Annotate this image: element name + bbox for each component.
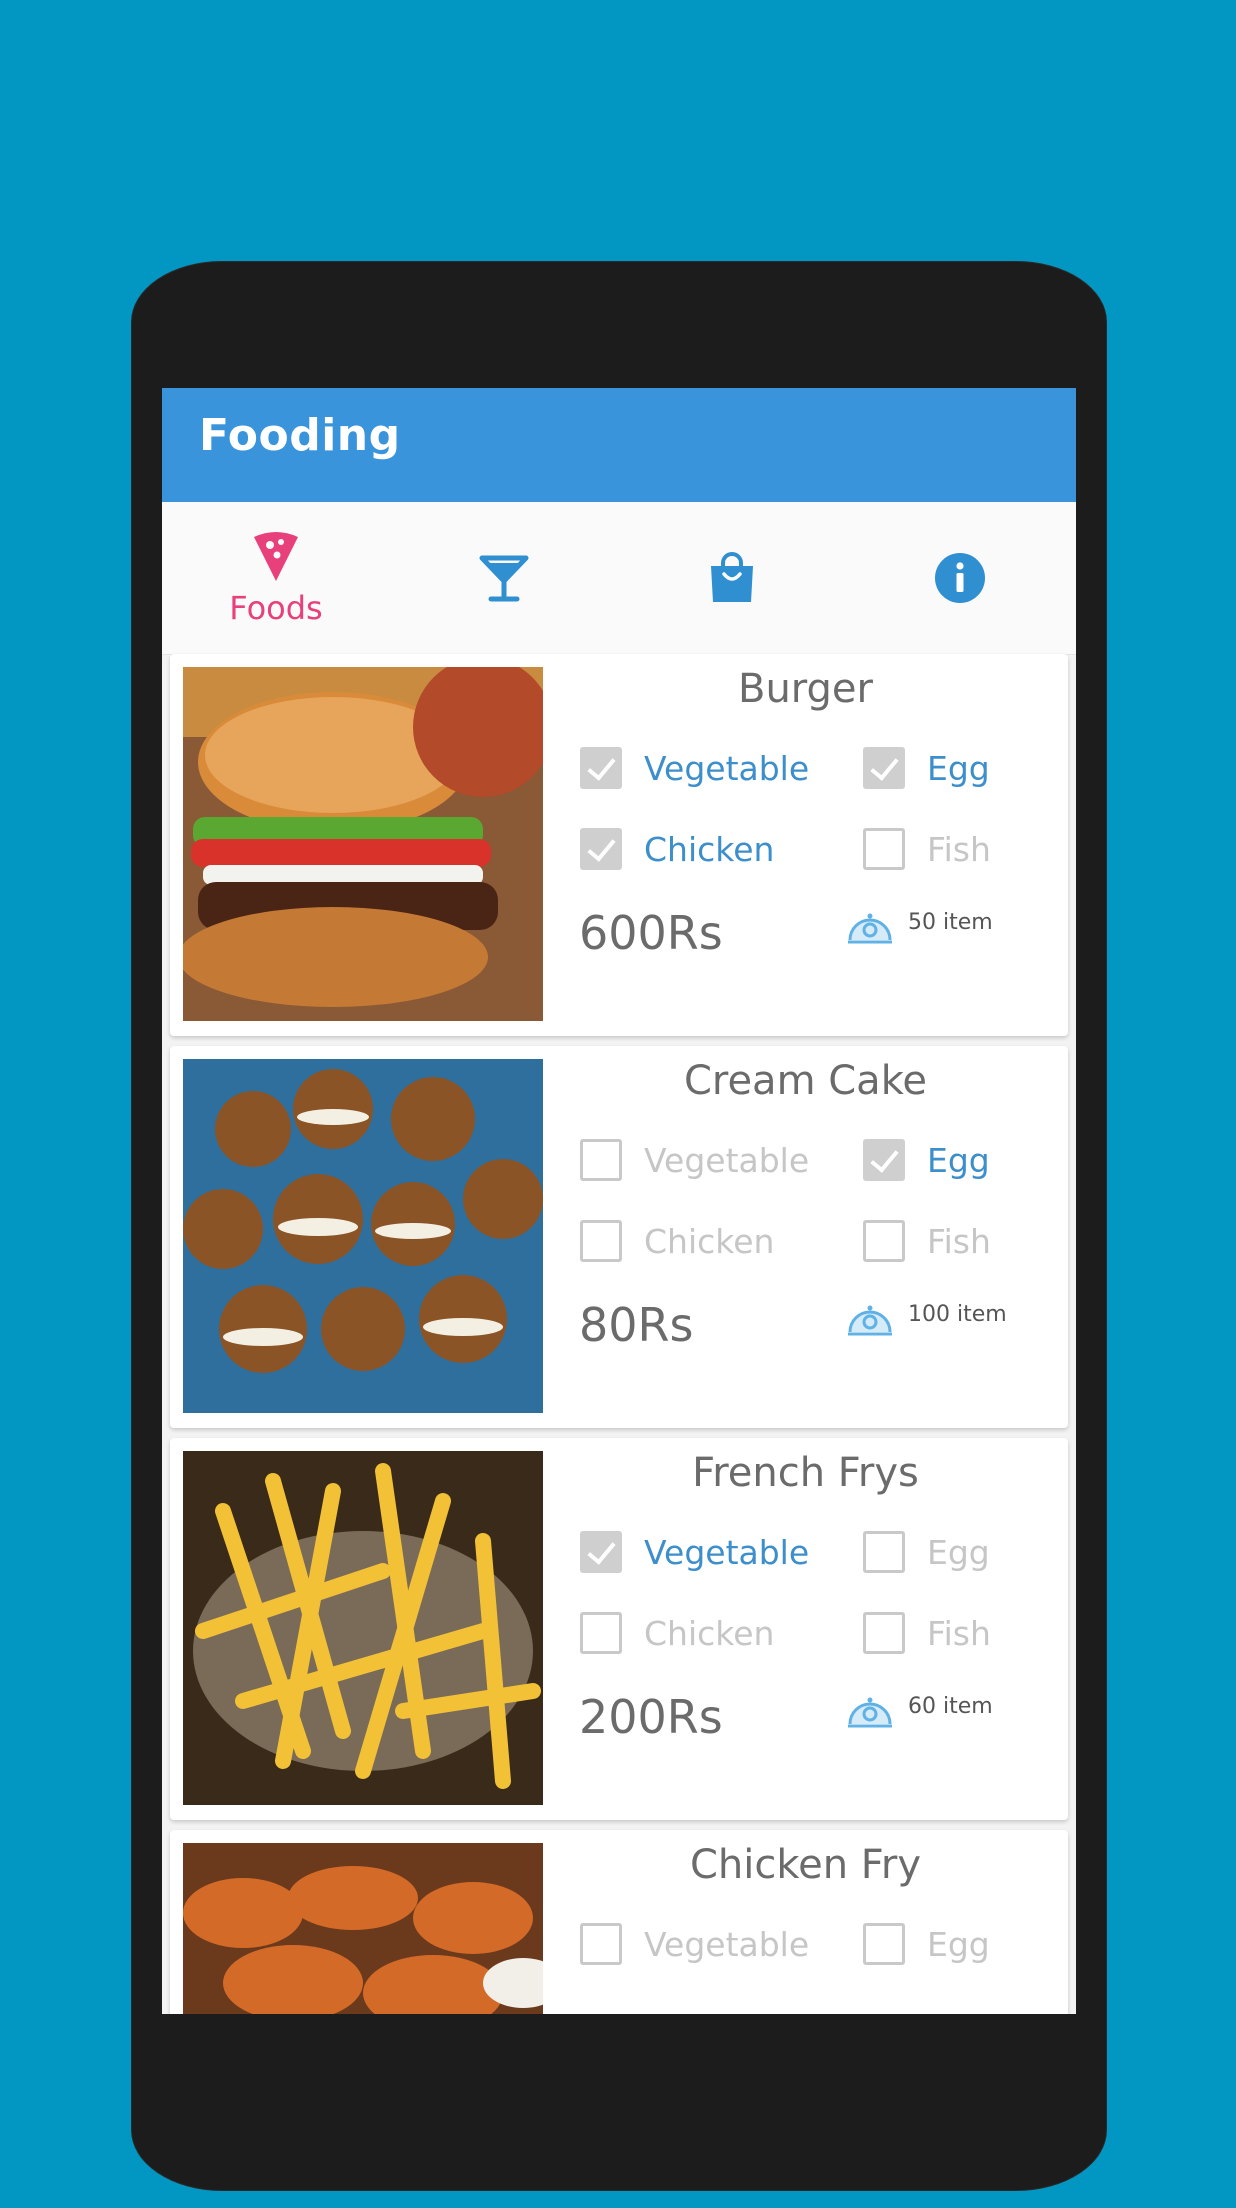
app-bar: Fooding [162,388,1076,502]
stock-quantity: 60 item [846,1690,993,1730]
option-vegetable[interactable]: Vegetable [580,744,809,792]
checkbox[interactable] [863,1139,905,1181]
option-label: Fish [927,829,991,869]
stock-quantity: 100 item [846,1298,1007,1338]
option-fish[interactable]: Fish [863,1217,991,1265]
food-name: Chicken Fry [689,1842,921,1888]
tab-foods[interactable]: Foods [162,502,390,654]
food-card[interactable]: Chicken Fry Vegetable Egg [170,1830,1068,2014]
option-label: Fish [927,1613,991,1653]
quantity-text: 60 item [908,1694,993,1719]
option-label: Egg [927,1140,990,1180]
cloche-icon [848,913,892,944]
tab-foods-label: Foods [229,589,323,627]
option-egg[interactable]: Egg [863,1920,990,1968]
option-label: Egg [927,748,990,788]
option-egg[interactable]: Egg [863,1136,990,1184]
food-card[interactable]: Burger Vegetable Egg Chicken Fish 600Rs [170,654,1068,1036]
checkbox[interactable] [863,828,905,870]
option-label: Chicken [644,1221,775,1261]
food-image-french-frys [183,1451,543,1805]
checkbox[interactable] [580,828,622,870]
option-label: Fish [927,1221,991,1261]
option-label: Chicken [644,1613,775,1653]
checkbox[interactable] [863,1612,905,1654]
cloche-icon [848,1305,892,1336]
checkbox[interactable] [863,1531,905,1573]
cocktail-glass-icon [479,555,529,602]
option-label: Vegetable [644,748,810,788]
food-price: 80Rs [579,1298,694,1352]
option-fish[interactable]: Fish [863,825,991,873]
food-name: French Frys [692,1450,919,1496]
app-title: Fooding [199,410,401,461]
option-egg[interactable]: Egg [863,1528,990,1576]
food-image-burger [183,667,543,1021]
checkbox[interactable] [863,747,905,789]
shopping-bag-icon [711,552,753,602]
option-label: Vegetable [644,1532,810,1572]
option-label: Vegetable [644,1140,810,1180]
checkbox[interactable] [863,1220,905,1262]
food-image-cream-cake [183,1059,543,1413]
option-fish[interactable]: Fish [863,1609,991,1657]
checkbox[interactable] [580,1139,622,1181]
tab-bar: Foods [162,502,1076,655]
food-name: Burger [738,666,873,712]
option-chicken[interactable]: Chicken [580,825,774,873]
checkbox[interactable] [580,747,622,789]
tab-info[interactable] [846,502,1074,654]
option-label: Vegetable [644,1924,810,1964]
food-card[interactable]: Cream Cake Vegetable Egg Chicken Fish 80… [170,1046,1068,1428]
tab-shop[interactable] [618,502,846,654]
app-screen: Fooding Foods Burger Vegetable Egg Chick… [162,388,1076,2014]
checkbox[interactable] [863,1923,905,1965]
option-chicken[interactable]: Chicken [580,1609,774,1657]
checkbox[interactable] [580,1531,622,1573]
quantity-text: 50 item [908,910,993,935]
food-price: 200Rs [579,1690,723,1744]
pizza-slice-icon [254,532,298,581]
checkbox[interactable] [580,1923,622,1965]
option-egg[interactable]: Egg [863,744,990,792]
food-name: Cream Cake [683,1058,928,1104]
option-label: Egg [927,1532,990,1572]
option-vegetable[interactable]: Vegetable [580,1920,809,1968]
food-image-chicken-fry [183,1843,543,2014]
stock-quantity: 50 item [846,906,993,946]
tab-drinks[interactable] [390,502,618,654]
checkbox[interactable] [580,1220,622,1262]
option-label: Chicken [644,829,775,869]
cloche-icon [848,1697,892,1728]
option-vegetable[interactable]: Vegetable [580,1528,809,1576]
option-label: Egg [927,1924,990,1964]
option-chicken[interactable]: Chicken [580,1217,774,1265]
option-vegetable[interactable]: Vegetable [580,1136,809,1184]
checkbox[interactable] [580,1612,622,1654]
food-price: 600Rs [579,906,723,960]
quantity-text: 100 item [908,1302,1007,1327]
food-card[interactable]: French Frys Vegetable Egg Chicken Fish 2… [170,1438,1068,1820]
info-icon [935,553,985,603]
